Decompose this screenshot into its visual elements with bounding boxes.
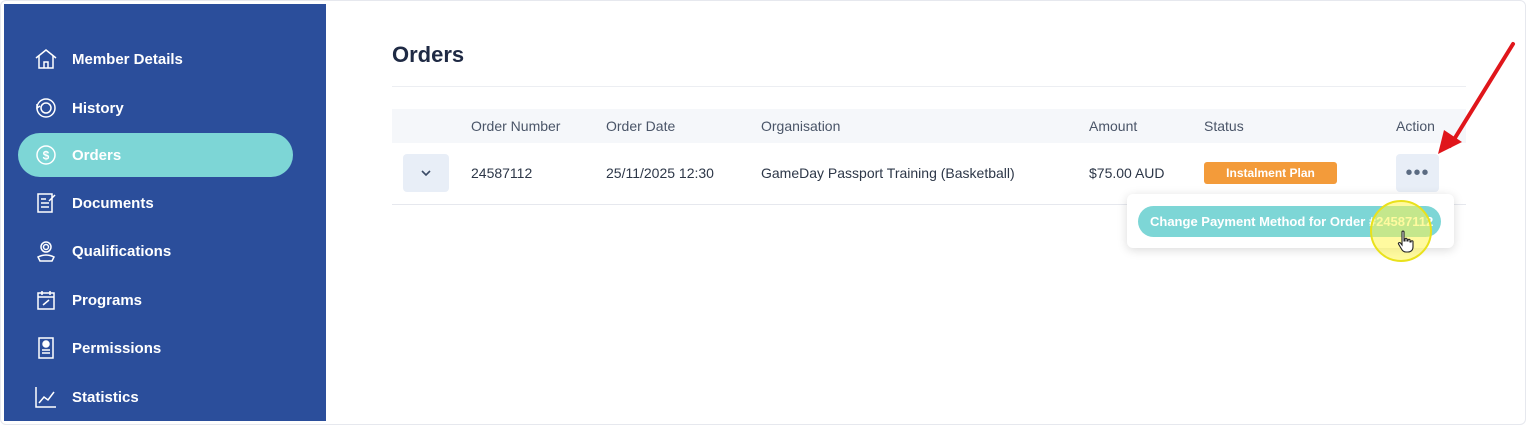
- sidebar-item-documents[interactable]: Documents: [18, 181, 293, 225]
- document-icon: [34, 191, 58, 215]
- order-date-cell: 25/11/2025 12:30: [606, 165, 714, 181]
- sidebar: Member Details History $ Orders Document…: [4, 4, 326, 421]
- sidebar-item-statistics[interactable]: Statistics: [18, 375, 293, 419]
- more-horizontal-icon: •••: [1405, 161, 1430, 184]
- sidebar-item-orders[interactable]: $ Orders: [18, 133, 293, 177]
- expand-row-button[interactable]: [403, 154, 449, 192]
- column-header-status: Status: [1204, 118, 1244, 134]
- sidebar-item-member-details[interactable]: Member Details: [18, 37, 293, 81]
- column-header-order-date: Order Date: [606, 118, 676, 134]
- qualification-icon: [34, 239, 58, 263]
- calendar-icon: [34, 288, 58, 312]
- sidebar-item-label: Orders: [72, 146, 122, 164]
- column-header-organisation: Organisation: [761, 118, 841, 134]
- sidebar-item-label: Member Details: [72, 50, 183, 68]
- sidebar-item-label: History: [72, 99, 124, 117]
- title-divider: [392, 86, 1466, 87]
- dollar-icon: $: [34, 143, 58, 167]
- column-header-amount: Amount: [1089, 118, 1138, 134]
- action-menu: Change Payment Method for Order #2458711…: [1127, 194, 1454, 248]
- sidebar-item-label: Statistics: [72, 388, 139, 406]
- order-number-cell: 24587112: [471, 165, 533, 181]
- history-icon: [34, 96, 58, 120]
- chevron-down-icon: [421, 170, 431, 177]
- sidebar-item-history[interactable]: History: [18, 86, 293, 130]
- svg-text:$: $: [43, 149, 50, 163]
- column-header-action: Action: [1396, 118, 1435, 134]
- page-title: Orders: [392, 42, 465, 67]
- chart-icon: [34, 385, 58, 409]
- sidebar-item-label: Qualifications: [72, 242, 172, 260]
- sidebar-item-label: Documents: [72, 194, 154, 212]
- home-icon: [34, 47, 58, 71]
- column-header-order-number: Order Number: [471, 118, 561, 134]
- sidebar-item-qualifications[interactable]: Qualifications: [18, 229, 293, 273]
- amount-cell: $75.00 AUD: [1089, 165, 1165, 181]
- row-actions-button[interactable]: •••: [1396, 154, 1439, 192]
- change-payment-method-menu-item[interactable]: Change Payment Method for Order #2458711…: [1138, 206, 1441, 237]
- sidebar-item-label: Permissions: [72, 339, 162, 357]
- permissions-icon: [34, 336, 58, 360]
- organisation-cell: GameDay Passport Training (Basketball): [761, 165, 1015, 181]
- sidebar-item-permissions[interactable]: Permissions: [18, 326, 293, 370]
- sidebar-item-label: Programs: [72, 291, 143, 309]
- status-badge: Instalment Plan: [1204, 162, 1337, 184]
- sidebar-item-programs[interactable]: Programs: [18, 278, 293, 322]
